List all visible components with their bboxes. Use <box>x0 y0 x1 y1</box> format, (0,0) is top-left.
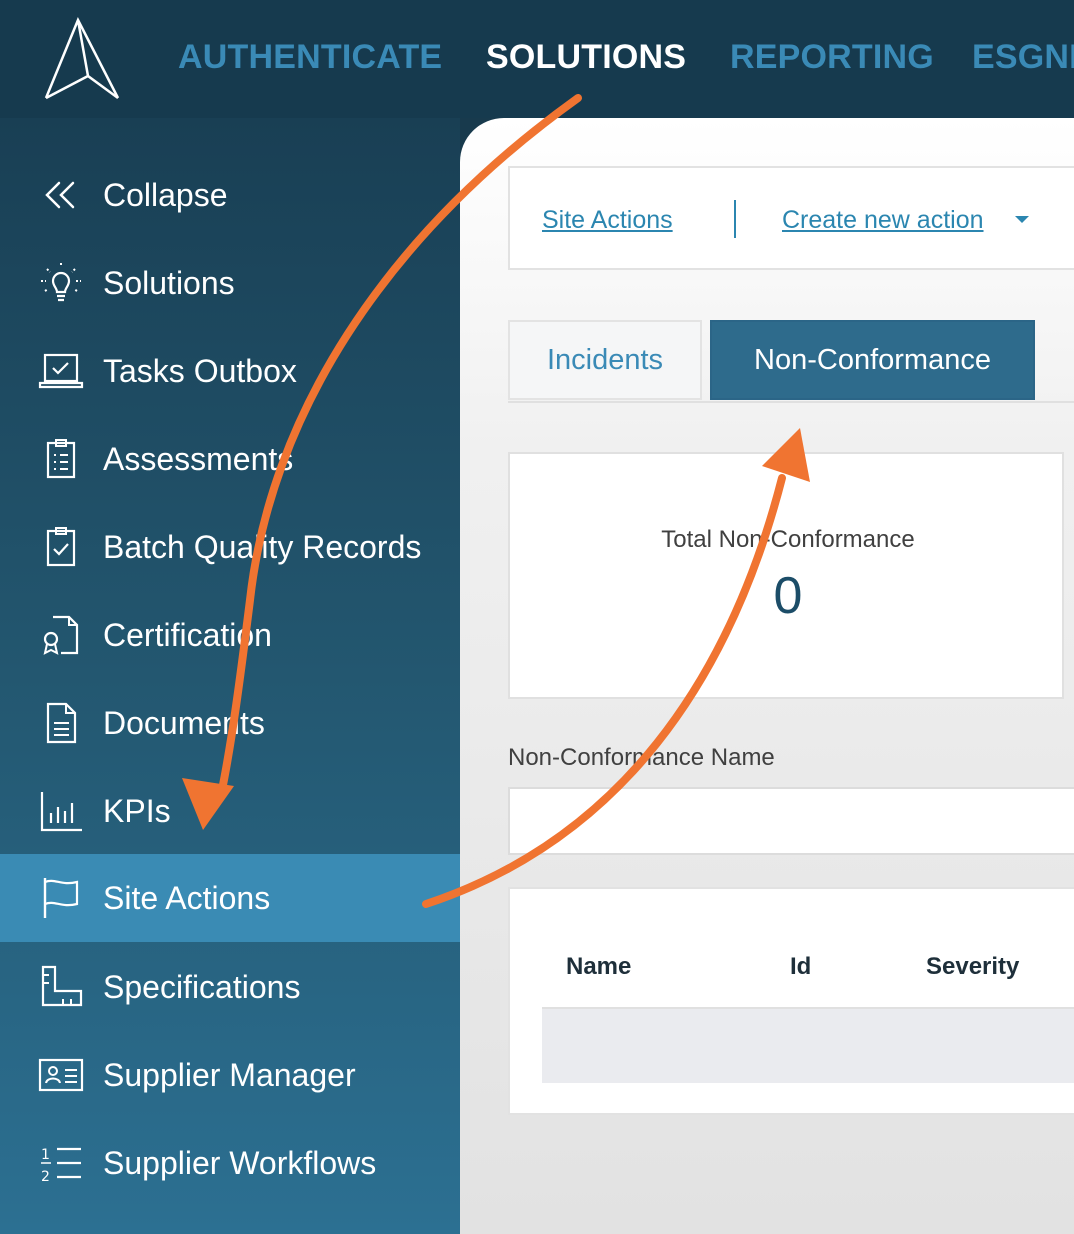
lightbulb-icon <box>36 258 86 308</box>
bar-chart-icon <box>36 786 86 836</box>
top-nav-solutions[interactable]: SOLUTIONS <box>486 38 686 77</box>
top-nav-authenticate[interactable]: AUTHENTICATE <box>178 38 442 77</box>
flag-icon <box>36 873 86 923</box>
non-conformance-name-input[interactable] <box>508 787 1074 855</box>
sidebar-item-label: Solutions <box>103 264 235 301</box>
numbered-list-icon: 12 <box>36 1138 86 1188</box>
sidebar-item-site-actions[interactable]: Site Actions <box>0 854 460 942</box>
sidebar-item-label: Collapse <box>103 176 228 213</box>
action-toolbar: Site Actions Create new action <box>508 166 1074 270</box>
sidebar-item-label: Certification <box>103 616 272 653</box>
sidebar-item-label: Specifications <box>103 968 301 1005</box>
top-nav-esgni[interactable]: ESGNI <box>972 38 1074 77</box>
tabs-divider <box>508 401 1074 403</box>
a-logo-icon[interactable] <box>42 16 122 102</box>
sidebar-item-label: Supplier Workflows <box>103 1144 377 1181</box>
sidebar-item-label: Documents <box>103 704 265 741</box>
top-navigation-bar: AUTHENTICATE SOLUTIONS REPORTING ESGNI <box>0 0 1074 118</box>
stat-value: 0 <box>773 567 803 625</box>
sidebar-item-assessments[interactable]: Assessments <box>0 415 460 503</box>
sidebar-item-label: KPIs <box>103 792 171 829</box>
chevron-down-icon[interactable] <box>1015 216 1029 223</box>
toolbar-divider <box>734 200 736 238</box>
table-row <box>542 1009 1074 1083</box>
clipboard-list-icon <box>36 434 86 484</box>
column-header-severity[interactable]: Severity <box>926 953 1019 981</box>
sidebar-item-label: Tasks Outbox <box>103 352 297 389</box>
stat-label: Total Non-Conformance <box>661 526 915 553</box>
clipboard-check-icon <box>36 522 86 572</box>
sidebar-item-collapse[interactable]: Collapse <box>0 151 460 239</box>
sidebar-item-certification[interactable]: Certification <box>0 591 460 679</box>
svg-text:1: 1 <box>41 1147 50 1163</box>
sidebar-item-supplier-manager[interactable]: Supplier Manager <box>0 1031 460 1119</box>
site-actions-link[interactable]: Site Actions <box>542 206 673 235</box>
double-chevron-left-icon <box>36 170 86 220</box>
sidebar-item-supplier-workflows[interactable]: 12 Supplier Workflows <box>0 1119 460 1207</box>
column-header-id[interactable]: Id <box>790 953 811 981</box>
laptop-check-icon <box>36 346 86 396</box>
sidebar-item-label: Batch Quality Records <box>103 528 422 565</box>
top-nav-reporting[interactable]: REPORTING <box>730 38 934 77</box>
id-card-icon <box>36 1050 86 1100</box>
tab-non-conformance[interactable]: Non-Conformance <box>710 320 1035 400</box>
sidebar-item-specifications[interactable]: Specifications <box>0 943 460 1031</box>
total-non-conformance-card: Total Non-Conformance 0 <box>508 452 1064 699</box>
sidebar-item-solutions[interactable]: Solutions <box>0 239 460 327</box>
main-panel: Site Actions Create new action Incidents… <box>460 118 1074 1234</box>
column-header-name[interactable]: Name <box>566 953 631 981</box>
svg-text:2: 2 <box>41 1169 50 1185</box>
document-icon <box>36 698 86 748</box>
sidebar-item-label: Site Actions <box>103 879 271 916</box>
non-conformance-name-label: Non-Conformance Name <box>508 744 775 771</box>
sidebar-item-label: Assessments <box>103 440 294 477</box>
sidebar-item-documents[interactable]: Documents <box>0 679 460 767</box>
certificate-icon <box>36 610 86 660</box>
sidebar-item-label: Supplier Manager <box>103 1056 356 1093</box>
non-conformance-table: Name Id Severity <box>508 887 1074 1115</box>
create-new-action-link[interactable]: Create new action <box>782 206 984 235</box>
sidebar-item-tasks-outbox[interactable]: Tasks Outbox <box>0 327 460 415</box>
tab-incidents[interactable]: Incidents <box>508 320 702 400</box>
sidebar-item-batch-quality-records[interactable]: Batch Quality Records <box>0 503 460 591</box>
sidebar: Collapse Solutions Tasks Outbox Assessme… <box>0 118 460 1234</box>
ruler-icon <box>36 962 86 1012</box>
sidebar-item-kpis[interactable]: KPIs <box>0 767 460 855</box>
